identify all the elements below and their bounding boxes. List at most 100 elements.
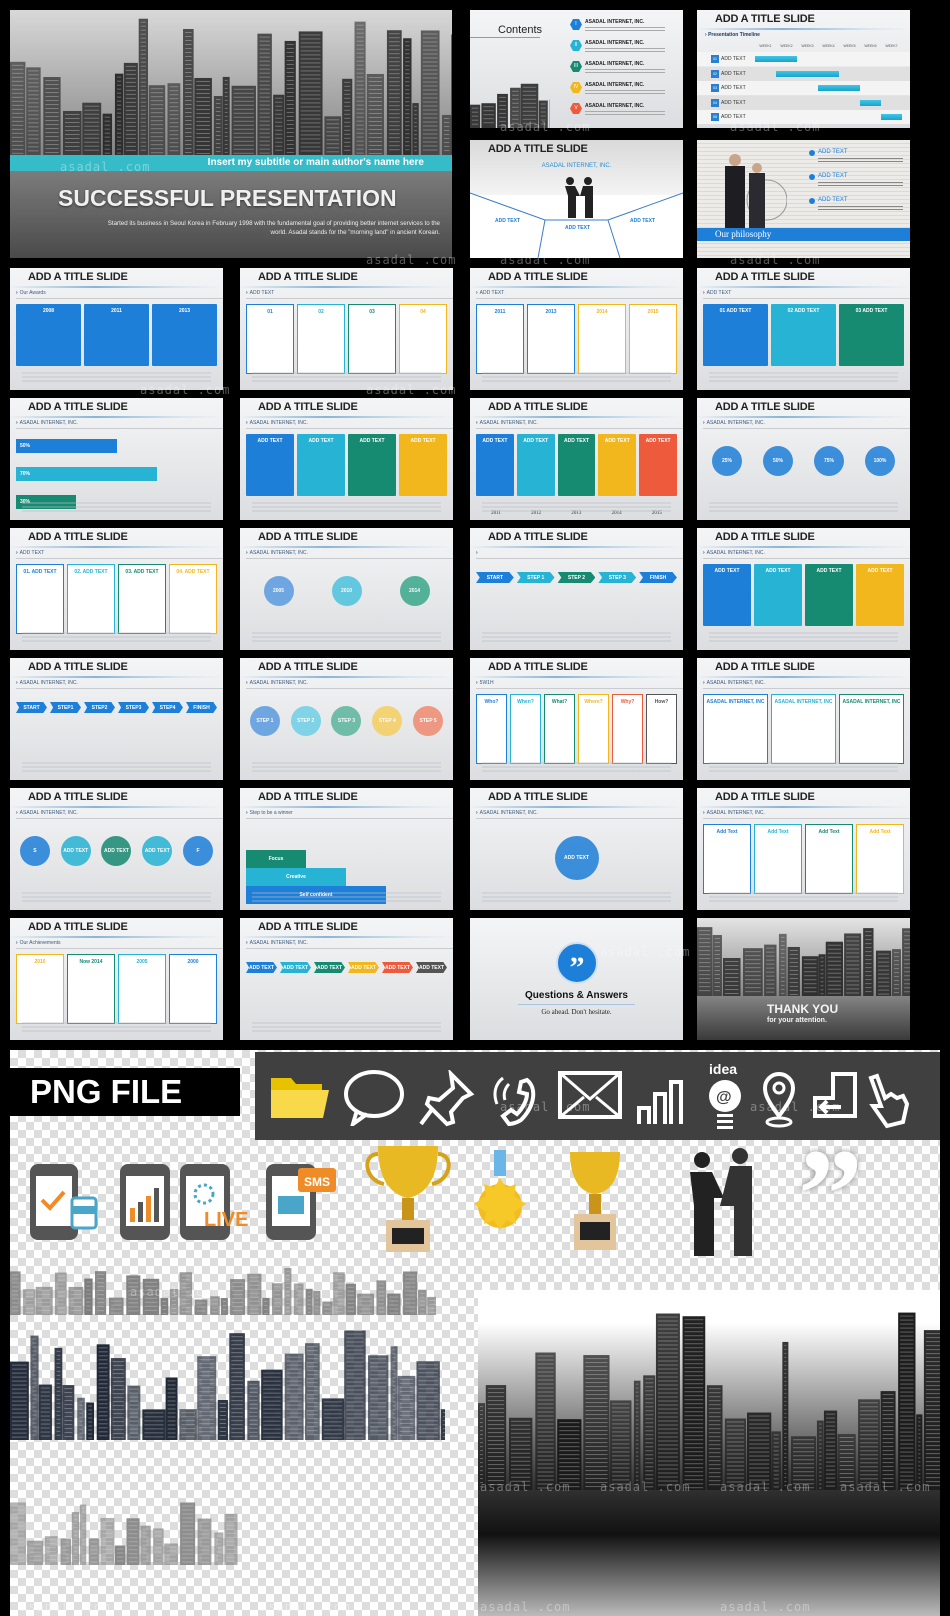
slide-item: 2015 <box>629 304 677 374</box>
row-number-badge: 03 <box>711 84 719 92</box>
slide-thumbnail[interactable]: ADD A TITLE SLIDE › 5W1H Who? When? What? Wher… <box>470 658 683 780</box>
slide-thumbnail[interactable]: ADD A TITLE SLIDE › ASADAL INTERNET, INC. 2… <box>240 528 453 650</box>
handshake-slide[interactable]: ADD A TITLE SLIDE ASADAL INTERNET, INC. … <box>470 140 683 258</box>
slide-thumbnail[interactable]: ADD A TITLE SLIDE › START STEP 1 STEP 2 STEP … <box>470 528 683 650</box>
filler-text <box>482 640 671 642</box>
slide-thumbnail[interactable]: ADD A TITLE SLIDE › ADD TEXT 01. ADD TEXT 02… <box>10 528 223 650</box>
week-label: WEEK6 <box>864 44 877 48</box>
quote-marks-icon: ” <box>798 1123 863 1267</box>
slide-thumbnail[interactable]: ADD A TITLE SLIDE › ASADAL INTERNET, INC. A… <box>470 788 683 910</box>
slide-title: ADD A TITLE SLIDE <box>258 791 358 803</box>
idea-text: idea <box>709 1061 737 1077</box>
slide-thumbnail[interactable]: ADD A TITLE SLIDE › ADD TEXT 01 ADD TEXT 02 … <box>697 268 910 390</box>
watermark-text: asadal .com <box>720 1600 811 1614</box>
chevron-right-icon: › <box>703 550 705 556</box>
filler-text <box>22 770 211 772</box>
slide-item: STEP 5 <box>413 706 444 736</box>
slide-thumbnail[interactable]: ADD A TITLE SLIDE › Our Awards 2008 2011 2013 <box>10 268 223 390</box>
filler-text <box>482 900 671 902</box>
slide-thumbnail[interactable]: ADD A TITLE SLIDE › ADD TEXT 2011 2013 2014 20… <box>470 268 683 390</box>
divider <box>240 286 453 288</box>
thank-you-slide[interactable]: THANK YOU for your attention. <box>697 918 910 1040</box>
section-label-text: ASADAL INTERNET, INC. <box>706 550 765 556</box>
slide-item: 2014 <box>578 304 626 374</box>
hexagon-number-icon: I <box>570 19 582 30</box>
slide-thumbnail[interactable]: ADD A TITLE SLIDE › ASADAL INTERNET, INC. A… <box>470 398 683 520</box>
slide-section-label: › ADD TEXT <box>16 550 223 559</box>
slide-thumbnail[interactable]: ADD A TITLE SLIDE › ASADAL INTERNET, INC. S… <box>10 658 223 780</box>
slide-item: Add Text <box>856 824 904 894</box>
slide-item: Add Text <box>754 824 802 894</box>
contents-item[interactable]: I ASADAL INTERNET, INC. <box>570 18 680 39</box>
filler-text <box>709 636 898 638</box>
slide-item: FINISH <box>186 702 217 713</box>
city-night-image <box>478 1290 940 1616</box>
divider <box>470 546 683 548</box>
divider <box>240 806 453 808</box>
filler-text <box>482 502 671 504</box>
cover-slide[interactable]: Insert my subtitle or main author's name… <box>10 10 452 258</box>
chevron-right-icon: › <box>246 940 248 946</box>
row-label: ADD TEXT <box>721 99 746 106</box>
contents-item[interactable]: IV ASADAL INTERNET, INC. <box>570 81 680 102</box>
contents-title: Contents <box>498 24 543 36</box>
filler-text <box>252 770 441 772</box>
slide-thumbnail[interactable]: ADD A TITLE SLIDE › Our Achievements 2010 No… <box>10 918 223 1040</box>
slide-item: 100% <box>865 446 895 476</box>
slide-thumbnail[interactable]: ADD A TITLE SLIDE › ASADAL INTERNET, INC. A… <box>697 658 910 780</box>
divider <box>697 806 910 808</box>
filler-text <box>252 892 441 894</box>
slide-item: ADD TEXT <box>805 564 853 626</box>
slide-thumbnail[interactable]: ADD A TITLE SLIDE › ASADAL INTERNET, INC. A… <box>240 918 453 1040</box>
filler-text <box>22 632 211 634</box>
slide-thumbnail[interactable]: ADD A TITLE SLIDE › ASADAL INTERNET, INC. A… <box>240 398 453 520</box>
trophy-icon <box>365 1146 451 1252</box>
philosophy-slide[interactable]: ADD TEXT ADD TEXT ADD TEXT Our philosophy <box>697 140 910 258</box>
slide-thumbnail[interactable]: ADD A TITLE SLIDE › ASADAL INTERNET, INC. S… <box>240 658 453 780</box>
filler-text <box>22 1026 211 1028</box>
contents-item[interactable]: III ASADAL INTERNET, INC. <box>570 60 680 81</box>
qa-title: Questions & Answers <box>525 990 628 1001</box>
item-label: ADD TEXT <box>818 149 848 155</box>
filler-text <box>482 892 671 894</box>
contents-item[interactable]: II ASADAL INTERNET, INC. <box>570 39 680 60</box>
live-text: LIVE <box>204 1209 248 1231</box>
slide-section-label: › ASADAL INTERNET, INC. <box>703 810 910 819</box>
section-label-text: ADD TEXT <box>249 290 275 296</box>
filler-text <box>482 510 671 512</box>
slide-thumbnail[interactable]: ADD A TITLE SLIDE › Step to be a winner Foc… <box>240 788 453 910</box>
section-label-text: Our Awards <box>19 290 46 296</box>
slide-thumbnail[interactable]: ADD A TITLE SLIDE › ASADAL INTERNET, INC. A… <box>697 788 910 910</box>
qa-slide[interactable]: ” Questions & Answers Go ahead. Don't he… <box>470 918 683 1040</box>
speech-bubble-icon <box>344 1070 404 1126</box>
watermark-text: asadal .com <box>840 1480 931 1494</box>
filler-text <box>252 1030 441 1032</box>
slide-thumbnail[interactable]: ADD A TITLE SLIDE › ASADAL INTERNET, INC. S… <box>10 788 223 910</box>
slide-item: ADD TEXT <box>639 434 677 496</box>
contents-slide[interactable]: Contents I ASADAL INTERNET, INC. II ASADAL … <box>470 10 683 128</box>
slide-thumbnail[interactable]: ADD A TITLE SLIDE › ASADAL INTERNET, INC. 5… <box>10 398 223 520</box>
divider <box>470 806 683 808</box>
divider <box>240 416 453 418</box>
slide-item: ADD TEXT <box>348 434 396 496</box>
filler-text <box>22 376 211 378</box>
slide-thumbnail[interactable]: ADD A TITLE SLIDE › ASADAL INTERNET, INC. 2… <box>697 398 910 520</box>
watermark-text: asadal .com <box>366 253 457 267</box>
slide-item: STEP 2 <box>290 706 321 736</box>
cover-description: Started its business in Seoul Korea in F… <box>107 220 440 236</box>
slide-item: Who? <box>476 694 507 764</box>
timeline-slide[interactable]: ADD A TITLE SLIDE › Presentation Timelin… <box>697 10 910 128</box>
watermark-text: asadal .com <box>600 945 691 959</box>
slide-thumbnail[interactable]: ADD A TITLE SLIDE › ASADAL INTERNET, INC. A… <box>697 528 910 650</box>
section-label-text: ADD TEXT <box>706 290 732 296</box>
row-label: ADD TEXT <box>721 70 746 77</box>
slide-section-label: › ASADAL INTERNET, INC. <box>246 550 453 559</box>
chevron-right-icon: › <box>246 550 248 556</box>
watermark-text: asadal .com <box>730 253 821 267</box>
qa-subtitle: Go ahead. Don't hesitate. <box>541 1008 612 1016</box>
slide-thumbnail[interactable]: ADD A TITLE SLIDE › ADD TEXT 01 02 03 04 <box>240 268 453 390</box>
slide-title: ADD A TITLE SLIDE <box>488 531 588 543</box>
filler-text <box>22 762 211 764</box>
filler-text <box>709 770 898 772</box>
filler-text <box>585 90 665 91</box>
